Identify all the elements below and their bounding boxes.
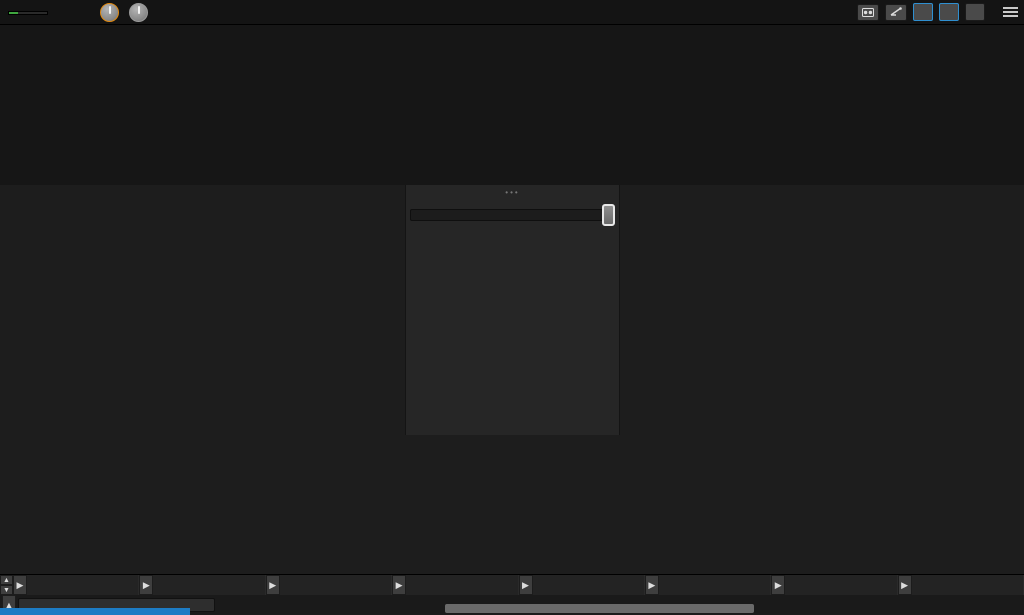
library-section[interactable]: ▶ [771, 575, 898, 595]
mixer-panel: ••• [405, 185, 620, 435]
expand-arrow-icon[interactable]: ▶ [518, 575, 533, 595]
mixer-grip: ••• [505, 188, 520, 197]
effects-button[interactable] [913, 3, 933, 21]
samplers-button[interactable] [939, 3, 959, 21]
decks-and-mixer: ••• [0, 185, 1024, 435]
expand-arrow-icon[interactable]: ▶ [139, 575, 154, 595]
record-icon[interactable] [857, 3, 879, 21]
library-panel: ▲ ▼ ▶ ▶ ▶ ▶ ▶ ▶ ▶ ▶ ▲ [0, 574, 1024, 615]
crossfader-track [410, 209, 603, 221]
effects-rack [0, 435, 1024, 574]
clock-area [0, 0, 60, 24]
horizontal-scrollbar[interactable] [445, 604, 754, 613]
library-section[interactable]: ▶ [265, 575, 393, 595]
search-area[interactable]: ▲ [0, 595, 215, 615]
hamburger-menu-icon[interactable] [1003, 7, 1018, 17]
balance-knob[interactable] [100, 2, 119, 22]
expand-arrow-icon[interactable]: ▶ [644, 575, 659, 595]
library-toolbar: ▲ ▼ ▶ ▶ ▶ ▶ ▶ ▶ ▶ ▶ [0, 575, 1024, 595]
cpu-meter [8, 11, 48, 15]
library-section[interactable]: ▶ [897, 575, 1024, 595]
library-section[interactable]: ▶ [518, 575, 645, 595]
broadcast-icon[interactable] [885, 3, 907, 21]
mics-aux-button[interactable] [965, 3, 985, 21]
crossfader[interactable] [410, 204, 615, 226]
right-decks-column [620, 185, 1024, 435]
library-section[interactable]: ▶ [139, 575, 266, 595]
top-toolbar [0, 0, 1024, 25]
expand-arrow-icon[interactable]: ▶ [13, 575, 27, 595]
left-decks-column [0, 185, 405, 435]
library-section[interactable]: ▶ [392, 575, 519, 595]
library-scroll-buttons[interactable]: ▲ ▼ [0, 575, 13, 595]
top-right-group [857, 0, 1024, 24]
expand-arrow-icon[interactable]: ▶ [897, 575, 912, 595]
library-section[interactable]: ▶ [13, 575, 140, 595]
expand-arrow-icon[interactable]: ▶ [265, 575, 280, 595]
expand-arrow-icon[interactable]: ▶ [392, 575, 407, 595]
library-section[interactable]: ▶ [644, 575, 772, 595]
balance-group[interactable] [100, 2, 153, 22]
expand-arrow-icon[interactable]: ▶ [771, 575, 786, 595]
master-gain-knob[interactable] [129, 2, 148, 22]
overview-waveform-panel [0, 25, 1024, 185]
library-header-row: ▲ [0, 595, 1024, 615]
library-column-headers [215, 595, 1024, 615]
crossfader-handle[interactable] [602, 204, 615, 226]
